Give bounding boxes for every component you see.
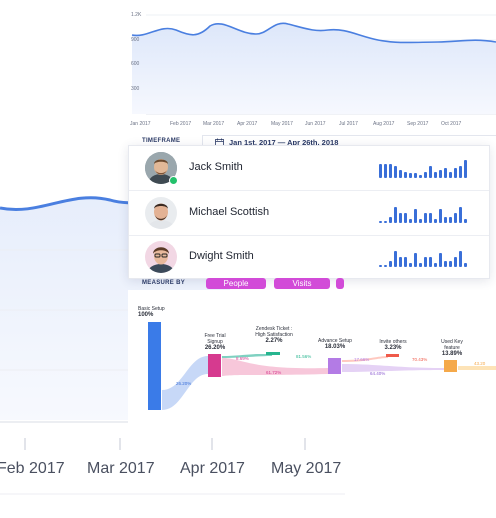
top-y-tick: 300 bbox=[131, 86, 140, 92]
person-name: Jack Smith bbox=[189, 161, 243, 173]
funnel-step-value: 13.89% bbox=[441, 351, 463, 357]
funnel-bar bbox=[266, 352, 280, 355]
funnel-step: Invite others 3.23% bbox=[372, 339, 414, 351]
funnel-chart-card: Basic Setup 100% Free Trial Signup 26.20… bbox=[128, 290, 496, 426]
bg-x-label: Apr 2017 bbox=[180, 460, 245, 477]
top-chart-area bbox=[132, 23, 496, 114]
bg-x-label: May 2017 bbox=[271, 460, 342, 477]
funnel-step-value: 100% bbox=[138, 312, 154, 318]
funnel-step-value: 2.27% bbox=[265, 338, 283, 344]
online-status-dot bbox=[169, 176, 178, 185]
people-card: Jack Smith Michael Scottish Dwight Smith bbox=[128, 145, 490, 279]
flow-percent: 61.72% bbox=[266, 370, 282, 375]
funnel-step: Advance Setup 18.03% bbox=[318, 338, 352, 350]
top-x-tick: Feb 2017 bbox=[170, 121, 192, 127]
funnel-step: Used Key feature 13.89% bbox=[434, 339, 470, 357]
top-line-chart bbox=[131, 14, 496, 115]
funnel-step-label: Zendesk Ticket : High Satisfaction bbox=[255, 326, 293, 338]
top-y-tick: 1.2K bbox=[131, 12, 142, 18]
person-row[interactable]: Jack Smith bbox=[129, 146, 489, 190]
funnel-step-label: Used Key feature bbox=[441, 339, 463, 351]
top-line-chart-card: 1.2K 900 600 300 Jan 2017 Feb 2017 Mar 2… bbox=[128, 0, 496, 136]
person-name: Michael Scottish bbox=[189, 206, 270, 218]
top-x-tick: Oct 2017 bbox=[441, 121, 462, 127]
top-x-tick: May 2017 bbox=[271, 121, 293, 127]
bg-x-label: Mar 2017 bbox=[87, 460, 155, 477]
top-x-tick: Jul 2017 bbox=[339, 121, 358, 127]
timeframe-label: TIMEFRAME bbox=[142, 138, 181, 144]
top-x-tick: Jun 2017 bbox=[305, 121, 326, 127]
measure-by-row: MEASURE BY People Visits bbox=[128, 277, 496, 291]
funnel-step: Free Trial Signup 26.20% bbox=[196, 333, 234, 351]
measure-option-people[interactable]: People bbox=[206, 278, 266, 289]
measure-by-label: MEASURE BY bbox=[142, 280, 186, 286]
measure-option-visits[interactable]: Visits bbox=[274, 278, 330, 289]
top-y-tick: 600 bbox=[131, 61, 140, 67]
person-row[interactable]: Dwight Smith bbox=[129, 235, 489, 279]
top-x-tick: Mar 2017 bbox=[203, 121, 225, 127]
funnel-bar bbox=[386, 354, 399, 357]
flow-percent: 64.40% bbox=[370, 371, 386, 376]
funnel-bar bbox=[208, 354, 221, 377]
avatar bbox=[145, 241, 177, 273]
funnel-step-value: 18.03% bbox=[324, 344, 346, 350]
funnel-bar bbox=[444, 360, 457, 372]
funnel-step-value: 26.20% bbox=[204, 345, 226, 351]
funnel-chart bbox=[148, 322, 496, 410]
person-name: Dwight Smith bbox=[189, 250, 254, 262]
top-x-tick: Sep 2017 bbox=[407, 121, 429, 127]
funnel-flow bbox=[458, 366, 496, 370]
avatar bbox=[145, 197, 177, 229]
top-y-tick: 900 bbox=[131, 37, 140, 43]
funnel-bar bbox=[148, 322, 161, 410]
flow-percent: 17.66% bbox=[354, 357, 370, 362]
measure-option-more[interactable] bbox=[336, 278, 344, 289]
activity-sparkline bbox=[379, 207, 467, 223]
funnel-step-label: Free Trial Signup bbox=[204, 333, 226, 345]
funnel-bar bbox=[328, 358, 341, 374]
flow-percent: 43.20 bbox=[474, 361, 486, 366]
top-x-tick: Apr 2017 bbox=[237, 121, 258, 127]
flow-percent: 81.56% bbox=[296, 354, 312, 359]
bg-x-label: Feb 2017 bbox=[0, 460, 65, 477]
top-x-tick: Aug 2017 bbox=[373, 121, 395, 127]
funnel-step: Zendesk Ticket : High Satisfaction 2.27% bbox=[254, 326, 294, 344]
flow-percent: 8.69% bbox=[236, 356, 249, 361]
flow-percent: 26.20% bbox=[176, 381, 192, 386]
funnel-step: Basic Setup 100% bbox=[138, 306, 170, 318]
top-x-tick: Jan 2017 bbox=[130, 121, 151, 127]
funnel-flow bbox=[342, 364, 444, 372]
funnel-step-value: 3.23% bbox=[384, 345, 402, 351]
avatar-dwight-image bbox=[145, 241, 177, 273]
activity-sparkline bbox=[379, 160, 467, 178]
activity-sparkline bbox=[379, 251, 467, 267]
avatar-michael-image bbox=[145, 197, 177, 229]
flow-percent: 70.43% bbox=[412, 357, 428, 362]
person-row[interactable]: Michael Scottish bbox=[129, 191, 489, 235]
